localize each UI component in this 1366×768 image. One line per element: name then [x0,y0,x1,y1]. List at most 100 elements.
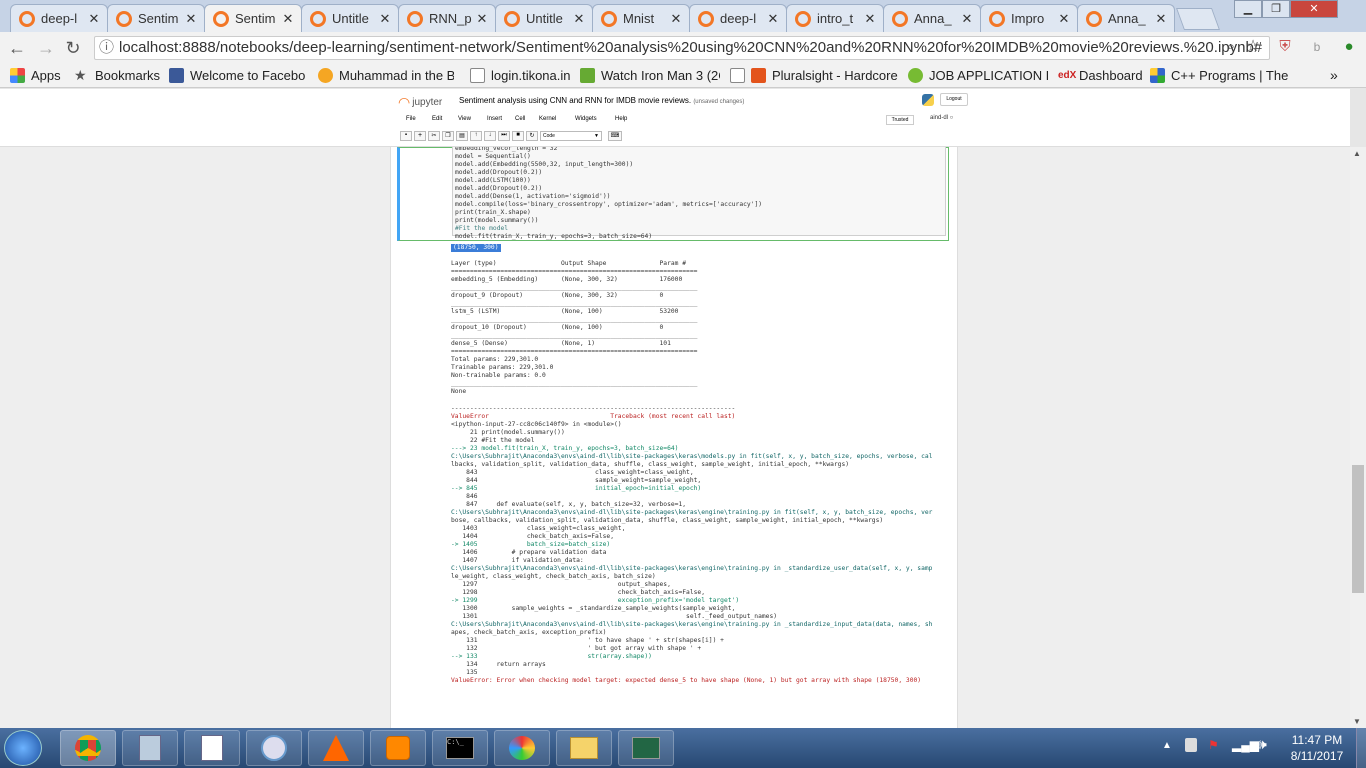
tab-close-icon[interactable]: ✕ [1057,11,1071,27]
taskbar-paint[interactable] [494,730,550,766]
move-up-icon[interactable]: ↑ [470,131,482,141]
stop-icon[interactable]: ■ [512,131,524,141]
code-input[interactable]: embedding_vecor_length = 32 model = Seque… [452,147,946,240]
tab-close-icon[interactable]: ✕ [87,11,101,27]
extension-icon[interactable]: b [1306,36,1328,58]
shield-icon[interactable]: ⛨ [1274,36,1296,58]
search-icon[interactable]: ⌕ [1220,36,1242,58]
scroll-up-icon[interactable]: ▲ [1353,149,1361,158]
page-scrollbar[interactable]: ▲ ▼ [1350,147,1366,728]
bookmark-facebook[interactable]: Welcome to Faceboo [169,66,305,84]
show-hidden-icons[interactable]: ▲ [1162,740,1172,751]
tab-close-icon[interactable]: ✕ [1154,11,1168,27]
flag-icon[interactable]: ⚑ [1208,738,1222,752]
bookmark-tikona[interactable]: login.tikona.in [470,66,570,84]
move-down-icon[interactable]: ↓ [484,131,496,141]
taskbar-media-player[interactable] [370,730,426,766]
new-tab-button[interactable] [1175,8,1221,30]
menu-help[interactable]: Help [609,113,633,127]
taskbar-task-manager[interactable] [618,730,674,766]
tab-close-icon[interactable]: ✕ [766,11,780,27]
bookmark-cpp-programs[interactable]: C++ Programs | The [1150,66,1290,84]
tab-close-icon[interactable]: ✕ [863,11,877,27]
plus-icon[interactable]: + [414,131,426,141]
reload-icon[interactable]: ↻ [62,37,84,59]
notebook-title[interactable]: Sentiment analysis using CNN and RNN for… [459,96,744,105]
text-line: C:\Users\Subhrajit\Anaconda3\envs\aind-d… [451,453,933,460]
more-bookmarks-icon[interactable]: » [1330,66,1346,84]
clock[interactable]: 11:47 PM 8/11/2017 [1282,732,1352,764]
keyboard-icon[interactable]: ⌨ [608,131,622,141]
taskbar-chrome[interactable] [60,730,116,766]
browser-tab[interactable]: Untitle ✕ [301,4,399,32]
text-line: C:\Users\Subhrajit\Anaconda3\envs\aind-d… [451,509,933,516]
tab-close-icon[interactable]: ✕ [184,11,198,27]
restart-icon[interactable]: ↻ [526,131,538,141]
device-icon[interactable] [1185,738,1197,752]
update-icon[interactable]: ● [1338,36,1360,58]
browser-tab[interactable]: RNN_p ✕ [398,4,496,32]
browser-tab[interactable]: deep-l ✕ [689,4,787,32]
browser-tab[interactable]: Anna_ ✕ [883,4,981,32]
bookmark-muhammad[interactable]: Muhammad in the Bi [318,66,454,84]
back-icon[interactable]: ← [6,37,28,59]
menu-file[interactable]: File [398,113,426,127]
tab-close-icon[interactable]: ✕ [378,11,392,27]
run-icon[interactable]: ⏭ [498,131,510,141]
jupyter-logo[interactable]: ◠ jupyter [398,94,442,111]
scroll-down-icon[interactable]: ▼ [1353,717,1361,726]
code-cell[interactable]: embedding_vecor_length = 32 model = Seque… [397,147,949,241]
bookmark-pluralsight[interactable]: Pluralsight - Hardcore [730,66,898,84]
text-line: 1301 self._feed_output_names) [451,613,778,620]
taskbar-vlc[interactable] [308,730,364,766]
taskbar-calculator[interactable] [122,730,178,766]
scrollbar-thumb[interactable] [1352,465,1364,593]
browser-tab[interactable]: Mnist ✕ [592,4,690,32]
trusted-indicator[interactable]: Trusted [886,115,914,125]
browser-tab[interactable]: intro_t ✕ [786,4,884,32]
browser-tab[interactable]: Anna_ ✕ [1077,4,1175,32]
cell-type-select[interactable]: Code ▼ [540,131,602,141]
tab-close-icon[interactable]: ✕ [669,11,683,27]
menu-insert[interactable]: Insert [481,113,509,127]
browser-tab[interactable]: Sentim ✕ [204,4,302,32]
star-icon[interactable]: ☆ [1242,36,1264,58]
logout-button[interactable]: Logout [940,93,968,106]
browser-tab[interactable]: Impro ✕ [980,4,1078,32]
taskbar-wordpad[interactable] [184,730,240,766]
volume-icon[interactable]: 🕪 [1258,736,1267,753]
menu-cell[interactable]: Cell [509,113,533,127]
close-window-button[interactable]: ✕ [1290,0,1338,18]
browser-tab[interactable]: deep-l ✕ [10,4,108,32]
cut-icon[interactable]: ✂ [428,131,440,141]
paste-icon[interactable]: ▤ [456,131,468,141]
menu-kernel[interactable]: Kernel [533,113,569,127]
tab-close-icon[interactable]: ✕ [960,11,974,27]
show-desktop-button[interactable] [1356,728,1366,768]
tab-close-icon[interactable]: ✕ [281,11,295,27]
copy-icon[interactable]: ❐ [442,131,454,141]
network-icon[interactable]: ▂▄▆ [1232,738,1259,752]
menu-widgets[interactable]: Widgets [569,113,609,127]
bookmark-dashboard[interactable]: edX Dashboard [1058,66,1144,84]
bookmark-iron-man[interactable]: Watch Iron Man 3 (2C [580,66,720,84]
taskbar-explorer[interactable] [556,730,612,766]
browser-tab[interactable]: Sentim ✕ [107,4,205,32]
browser-tab[interactable]: Untitle ✕ [495,4,593,32]
taskbar-safari[interactable] [246,730,302,766]
start-button[interactable] [4,730,42,766]
maximize-button[interactable]: ❐ [1262,0,1290,18]
bookmark-apps[interactable]: Apps [10,66,70,84]
tab-close-icon[interactable]: ✕ [572,11,586,27]
bookmark-bookmarks[interactable]: ★ Bookmarks [74,66,160,84]
minimize-button[interactable]: ▁ [1234,0,1262,18]
menu-edit[interactable]: Edit [426,113,452,127]
kernel-indicator: aind-dl ○ [930,115,954,121]
bookmark-job-application[interactable]: JOB APPLICATION FC [908,66,1048,84]
tab-close-icon[interactable]: ✕ [475,11,489,27]
forward-icon[interactable]: → [35,37,57,59]
url-input[interactable]: ⓘ localhost:8888/notebooks/deep-learning/… [94,36,1270,60]
save-icon[interactable]: ▪ [400,131,412,141]
taskbar-cmd[interactable]: C:\_ [432,730,488,766]
menu-view[interactable]: View [452,113,481,127]
